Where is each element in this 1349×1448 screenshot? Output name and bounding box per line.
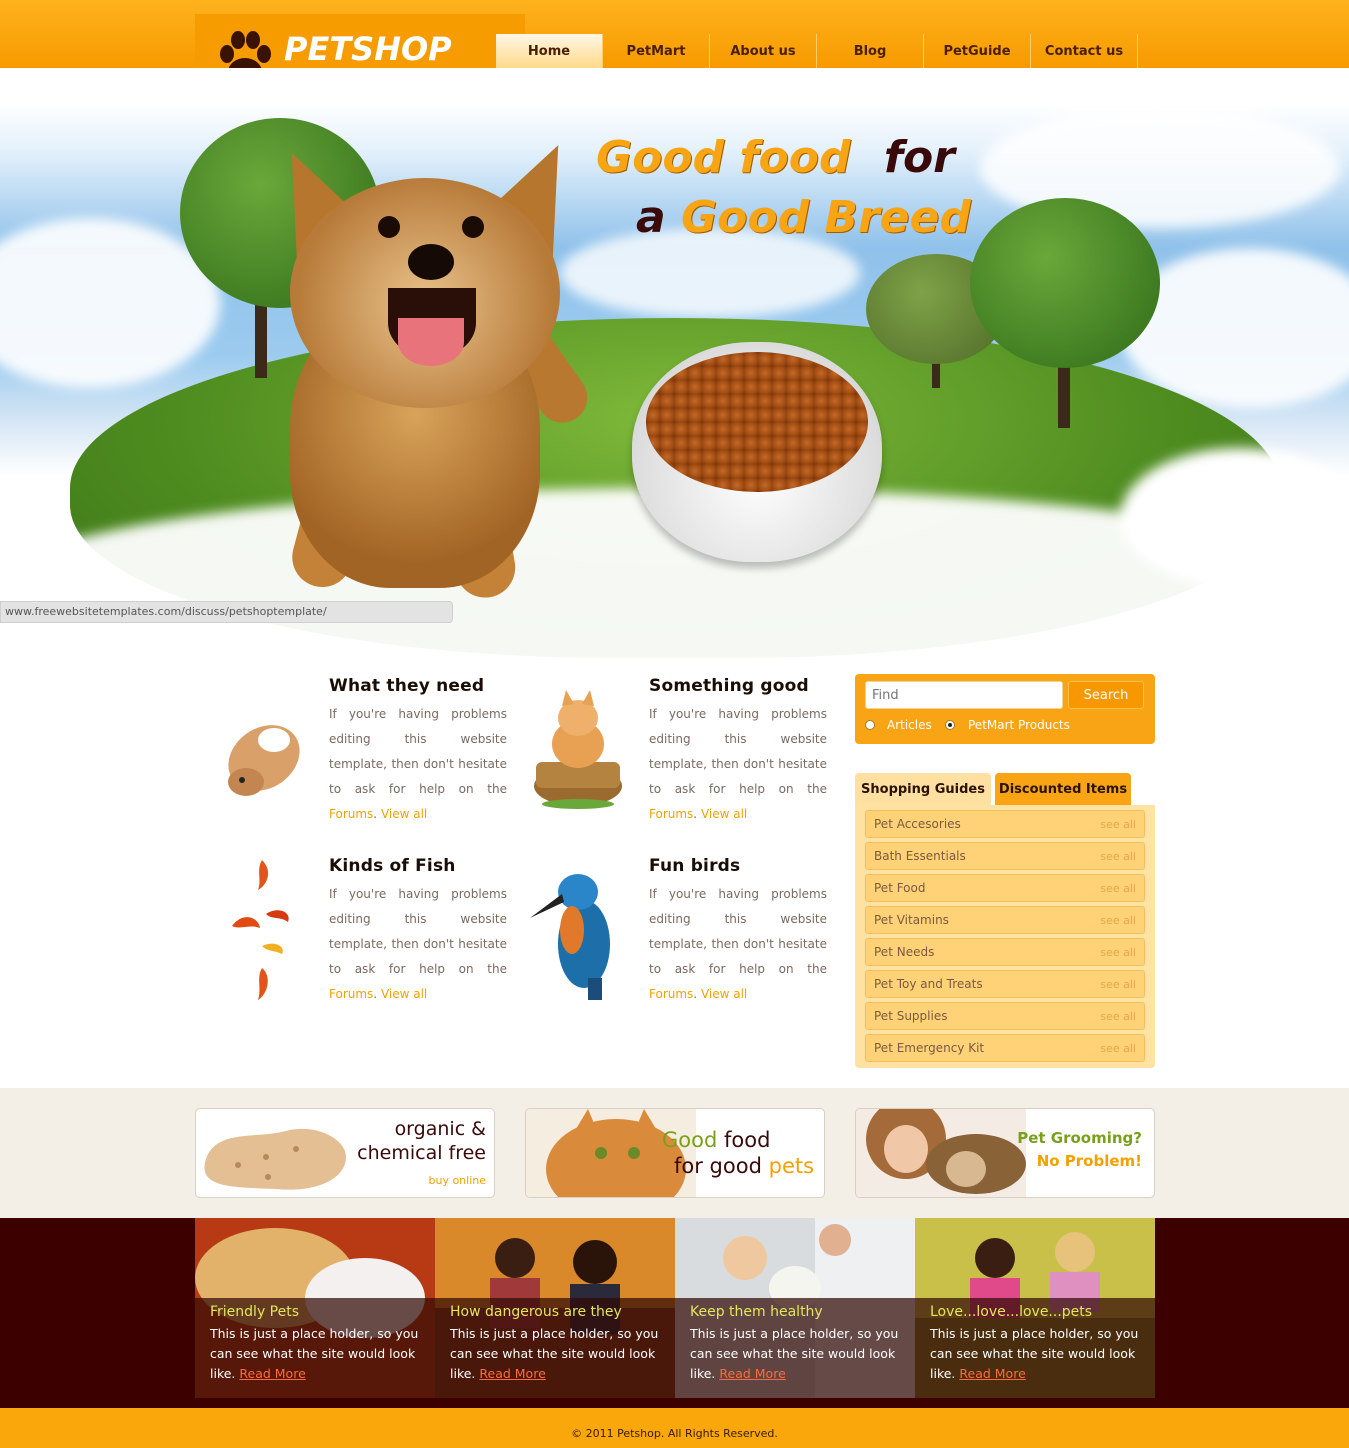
story-keep-healthy: Keep them healthy This is just a place h… xyxy=(675,1218,915,1398)
story-title[interactable]: Friendly Pets xyxy=(210,1304,420,1320)
tree-right xyxy=(970,198,1160,368)
dog-lying-icon xyxy=(228,725,300,796)
radio-petmart-products[interactable] xyxy=(945,720,955,730)
footer: © 2011 Petshop. All Rights Reserved. xyxy=(0,1408,1349,1448)
hero-headline-a: a xyxy=(636,192,666,243)
feature-kinds-of-fish: Kinds of Fish If you're having problems … xyxy=(329,856,507,1007)
forums-link[interactable]: Forums xyxy=(649,807,693,821)
story-caption: How dangerous are they This is just a pl… xyxy=(435,1298,675,1398)
guide-tabs: Shopping Guides Discounted Items xyxy=(855,773,1155,805)
feature-body: If you're having problems editing this w… xyxy=(649,707,827,821)
see-all-link[interactable]: see all xyxy=(1100,850,1136,863)
tab-shopping-guides[interactable]: Shopping Guides xyxy=(855,773,991,805)
story-how-dangerous: How dangerous are they This is just a pl… xyxy=(435,1218,675,1398)
guide-item[interactable]: Pet Accesories see all xyxy=(865,810,1145,838)
guide-item[interactable]: Pet Emergency Kit see all xyxy=(865,1034,1145,1062)
nav-petguide[interactable]: PetGuide xyxy=(924,34,1031,68)
feature-body: If you're having problems editing this w… xyxy=(329,887,507,1001)
kingfisher-icon xyxy=(530,874,610,1000)
promo-good-food[interactable]: Good food for good pets xyxy=(525,1108,825,1198)
story-friendly-pets: Friendly Pets This is just a place holde… xyxy=(195,1218,435,1398)
story-text: This is just a place holder, so you can … xyxy=(930,1326,1139,1381)
forums-link[interactable]: Forums xyxy=(329,987,373,1001)
guide-item[interactable]: Pet Toy and Treats see all xyxy=(865,970,1145,998)
story-love-pets: Love...love...love...pets This is just a… xyxy=(915,1218,1155,1398)
view-all-link[interactable]: View all xyxy=(381,807,427,821)
radio-articles[interactable] xyxy=(865,720,875,730)
hero-headline-line2: a Good Breed xyxy=(636,190,971,246)
shopping-guides-panel: Pet Accesories see all Bath Essentials see… xyxy=(855,805,1155,1068)
radio-petmart-products-label[interactable]: PetMart Products xyxy=(968,718,1070,732)
promo-good-food-text: Good food for good pets xyxy=(662,1128,815,1178)
see-all-link[interactable]: see all xyxy=(1100,882,1136,895)
view-all-link[interactable]: View all xyxy=(381,987,427,1001)
read-more-link[interactable]: Read More xyxy=(959,1366,1025,1381)
feature-body: If you're having problems editing this w… xyxy=(649,887,827,1001)
see-all-link[interactable]: see all xyxy=(1100,946,1136,959)
promo-grooming-text: Pet Grooming? No Problem! xyxy=(1017,1129,1142,1170)
forums-link[interactable]: Forums xyxy=(329,807,373,821)
tab-discounted-items[interactable]: Discounted Items xyxy=(995,773,1131,805)
radio-articles-label[interactable]: Articles xyxy=(887,718,932,732)
guide-item[interactable]: Pet Vitamins see all xyxy=(865,906,1145,934)
see-all-link[interactable]: see all xyxy=(1100,1042,1136,1055)
story-title[interactable]: How dangerous are they xyxy=(450,1304,660,1320)
read-more-link[interactable]: Read More xyxy=(239,1366,305,1381)
hero-headline-for: for xyxy=(883,132,955,183)
hero-headline-good-food: Good food xyxy=(596,132,851,183)
hero-banner: Good food for a Good Breed xyxy=(0,68,1349,668)
story-caption: Friendly Pets This is just a place holde… xyxy=(195,1298,435,1398)
nav-petmart[interactable]: PetMart xyxy=(603,34,710,68)
promo-organic[interactable]: organic & chemical free buy online xyxy=(195,1108,495,1198)
feature-what-they-need: What they need If you're having problems… xyxy=(329,676,507,827)
feature-body: If you're having problems editing this w… xyxy=(329,707,507,821)
read-more-link[interactable]: Read More xyxy=(719,1366,785,1381)
feature-title: Kinds of Fish xyxy=(329,856,456,876)
feature-something-good: Something good If you're having problems… xyxy=(649,676,827,827)
story-title[interactable]: Love...love...love...pets xyxy=(930,1304,1140,1320)
nav-contact[interactable]: Contact us xyxy=(1031,34,1138,68)
read-more-link[interactable]: Read More xyxy=(479,1366,545,1381)
guide-item[interactable]: Pet Supplies see all xyxy=(865,1002,1145,1030)
logo-title[interactable]: PETSHOP xyxy=(284,30,452,68)
woman-dog-icon xyxy=(856,1109,1026,1197)
feature-fun-birds: Fun birds If you're having problems edit… xyxy=(649,856,827,1007)
story-text: This is just a place holder, so you can … xyxy=(210,1326,419,1381)
goldfish-icon xyxy=(232,860,289,1000)
see-all-link[interactable]: see all xyxy=(1100,1010,1136,1023)
forums-link[interactable]: Forums xyxy=(649,987,693,1001)
cat-basket-icon xyxy=(534,690,622,809)
hero-headline-good-breed: Good Breed xyxy=(681,192,971,243)
search-box: Search Articles PetMart Products xyxy=(855,674,1155,744)
see-all-link[interactable]: see all xyxy=(1100,818,1136,831)
hero-headline-line1: Good food for xyxy=(596,130,955,186)
search-button[interactable]: Search xyxy=(1068,681,1144,709)
nav-home[interactable]: Home xyxy=(496,34,603,68)
see-all-link[interactable]: see all xyxy=(1100,914,1136,927)
story-text: This is just a place holder, so you can … xyxy=(690,1326,899,1381)
view-all-link[interactable]: View all xyxy=(701,807,747,821)
story-caption: Keep them healthy This is just a place h… xyxy=(675,1298,915,1398)
feature-title: Something good xyxy=(649,676,809,696)
guide-item[interactable]: Pet Food see all xyxy=(865,874,1145,902)
nav-blog[interactable]: Blog xyxy=(817,34,924,68)
status-url-bar: www.freewebsitetemplates.com/discuss/pet… xyxy=(0,601,453,623)
feature-title: Fun birds xyxy=(649,856,741,876)
feature-title: What they need xyxy=(329,676,485,696)
nav-about[interactable]: About us xyxy=(710,34,817,68)
view-all-link[interactable]: View all xyxy=(701,987,747,1001)
main-nav: Home PetMart About us Blog PetGuide Cont… xyxy=(496,34,1138,68)
story-text: This is just a place holder, so you can … xyxy=(450,1326,659,1381)
promo-organic-text: organic & chemical free buy online xyxy=(357,1117,486,1193)
dog-biscuit-icon xyxy=(204,1128,346,1190)
story-caption: Love...love...love...pets This is just a… xyxy=(915,1298,1155,1398)
story-title[interactable]: Keep them healthy xyxy=(690,1304,900,1320)
footer-copyright: © 2011 Petshop. All Rights Reserved. xyxy=(571,1426,778,1440)
promo-grooming[interactable]: Pet Grooming? No Problem! xyxy=(855,1108,1155,1198)
buy-online-link[interactable]: buy online xyxy=(357,1169,486,1193)
guide-item[interactable]: Bath Essentials see all xyxy=(865,842,1145,870)
guide-item[interactable]: Pet Needs see all xyxy=(865,938,1145,966)
see-all-link[interactable]: see all xyxy=(1100,978,1136,991)
search-input[interactable] xyxy=(865,681,1063,709)
